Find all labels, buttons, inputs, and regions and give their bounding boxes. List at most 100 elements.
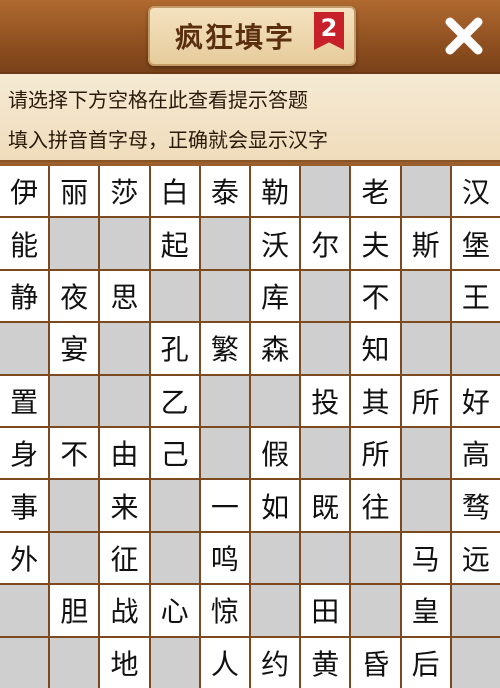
grid-cell-blank[interactable]: [251, 532, 300, 584]
grid-cell-filled[interactable]: 田: [301, 585, 350, 636]
grid-cell-blank[interactable]: [0, 585, 49, 636]
grid-cell-filled[interactable]: 后: [401, 637, 450, 688]
grid-cell-filled[interactable]: 由: [100, 428, 149, 479]
grid-cell-filled[interactable]: 其: [351, 375, 400, 426]
grid-cell-blank[interactable]: [301, 270, 350, 322]
grid-cell-blank[interactable]: [401, 428, 450, 479]
grid-cell-blank[interactable]: [100, 218, 149, 269]
grid-cell-filled[interactable]: 骛: [451, 480, 500, 531]
grid-cell-filled[interactable]: 鸣: [200, 532, 249, 584]
grid-cell-filled[interactable]: 森: [251, 323, 300, 374]
grid-cell-filled[interactable]: 汉: [451, 166, 500, 217]
grid-cell-blank[interactable]: [50, 375, 99, 426]
grid-cell-blank[interactable]: [401, 480, 450, 531]
grid-cell-filled[interactable]: 堡: [451, 218, 500, 269]
grid-cell-filled[interactable]: 马: [401, 532, 450, 584]
grid-cell-filled[interactable]: 宴: [50, 323, 99, 374]
grid-cell-blank[interactable]: [50, 532, 99, 584]
grid-cell-filled[interactable]: 白: [150, 166, 199, 217]
grid-cell-blank[interactable]: [351, 585, 400, 636]
grid-cell-blank[interactable]: [150, 270, 199, 322]
grid-cell-filled[interactable]: 勒: [251, 166, 300, 217]
grid-cell-filled[interactable]: 己: [150, 428, 199, 479]
grid-cell-filled[interactable]: 不: [50, 428, 99, 479]
grid-cell-filled[interactable]: 沃: [251, 218, 300, 269]
grid-cell-filled[interactable]: 身: [0, 428, 49, 479]
grid-cell-filled[interactable]: 好: [451, 375, 500, 426]
grid-cell-filled[interactable]: 人: [200, 637, 249, 688]
grid-cell-blank[interactable]: [150, 532, 199, 584]
grid-cell-filled[interactable]: 不: [351, 270, 400, 322]
grid-cell-filled[interactable]: 所: [351, 428, 400, 479]
grid-cell-blank[interactable]: [150, 637, 199, 688]
grid-cell-blank[interactable]: [0, 637, 49, 688]
grid-cell-filled[interactable]: 置: [0, 375, 49, 426]
grid-cell-filled[interactable]: 尔: [301, 218, 350, 269]
grid-cell-filled[interactable]: 假: [251, 428, 300, 479]
grid-cell-blank[interactable]: [200, 428, 249, 479]
grid-cell-filled[interactable]: 斯: [401, 218, 450, 269]
grid-cell-blank[interactable]: [0, 323, 49, 374]
grid-cell-blank[interactable]: [150, 480, 199, 531]
grid-cell-filled[interactable]: 孔: [150, 323, 199, 374]
grid-cell-filled[interactable]: 征: [100, 532, 149, 584]
grid-cell-blank[interactable]: [200, 218, 249, 269]
grid-cell-blank[interactable]: [301, 166, 350, 217]
grid-cell-blank[interactable]: [251, 585, 300, 636]
grid-cell-filled[interactable]: 繁: [200, 323, 249, 374]
grid-cell-filled[interactable]: 远: [451, 532, 500, 584]
grid-cell-filled[interactable]: 乙: [150, 375, 199, 426]
grid-cell-blank[interactable]: [301, 532, 350, 584]
grid-cell-filled[interactable]: 皇: [401, 585, 450, 636]
grid-cell-blank[interactable]: [451, 585, 500, 636]
grid-cell-filled[interactable]: 约: [251, 637, 300, 688]
grid-cell-blank[interactable]: [451, 323, 500, 374]
grid-cell-blank[interactable]: [251, 375, 300, 426]
grid-cell-blank[interactable]: [401, 270, 450, 322]
grid-cell-filled[interactable]: 高: [451, 428, 500, 479]
grid-cell-filled[interactable]: 战: [100, 585, 149, 636]
grid-cell-filled[interactable]: 伊: [0, 166, 49, 217]
grid-cell-blank[interactable]: [301, 428, 350, 479]
grid-cell-blank[interactable]: [50, 218, 99, 269]
grid-cell-filled[interactable]: 夫: [351, 218, 400, 269]
grid-cell-filled[interactable]: 惊: [200, 585, 249, 636]
grid-cell-filled[interactable]: 思: [100, 270, 149, 322]
grid-cell-filled[interactable]: 往: [351, 480, 400, 531]
grid-cell-blank[interactable]: [100, 375, 149, 426]
grid-cell-blank[interactable]: [401, 323, 450, 374]
grid-cell-blank[interactable]: [301, 323, 350, 374]
grid-cell-filled[interactable]: 外: [0, 532, 49, 584]
grid-cell-filled[interactable]: 泰: [200, 166, 249, 217]
grid-cell-blank[interactable]: [100, 323, 149, 374]
grid-cell-blank[interactable]: [401, 166, 450, 217]
close-button[interactable]: [440, 12, 488, 60]
grid-cell-blank[interactable]: [451, 637, 500, 688]
grid-cell-filled[interactable]: 静: [0, 270, 49, 322]
grid-cell-filled[interactable]: 所: [401, 375, 450, 426]
grid-cell-filled[interactable]: 投: [301, 375, 350, 426]
grid-cell-filled[interactable]: 夜: [50, 270, 99, 322]
grid-cell-filled[interactable]: 能: [0, 218, 49, 269]
grid-cell-filled[interactable]: 丽: [50, 166, 99, 217]
grid-cell-filled[interactable]: 老: [351, 166, 400, 217]
grid-cell-filled[interactable]: 事: [0, 480, 49, 531]
grid-cell-blank[interactable]: [200, 375, 249, 426]
grid-cell-blank[interactable]: [351, 532, 400, 584]
grid-cell-filled[interactable]: 起: [150, 218, 199, 269]
grid-cell-filled[interactable]: 昏: [351, 637, 400, 688]
grid-cell-filled[interactable]: 既: [301, 480, 350, 531]
grid-cell-filled[interactable]: 莎: [100, 166, 149, 217]
grid-cell-filled[interactable]: 如: [251, 480, 300, 531]
grid-cell-filled[interactable]: 库: [251, 270, 300, 322]
grid-cell-blank[interactable]: [50, 480, 99, 531]
grid-cell-filled[interactable]: 来: [100, 480, 149, 531]
grid-cell-filled[interactable]: 心: [150, 585, 199, 636]
grid-cell-blank[interactable]: [50, 637, 99, 688]
grid-cell-filled[interactable]: 知: [351, 323, 400, 374]
grid-cell-filled[interactable]: 王: [451, 270, 500, 322]
grid-cell-filled[interactable]: 胆: [50, 585, 99, 636]
grid-cell-filled[interactable]: 地: [100, 637, 149, 688]
grid-cell-blank[interactable]: [200, 270, 249, 322]
grid-cell-filled[interactable]: 一: [200, 480, 249, 531]
